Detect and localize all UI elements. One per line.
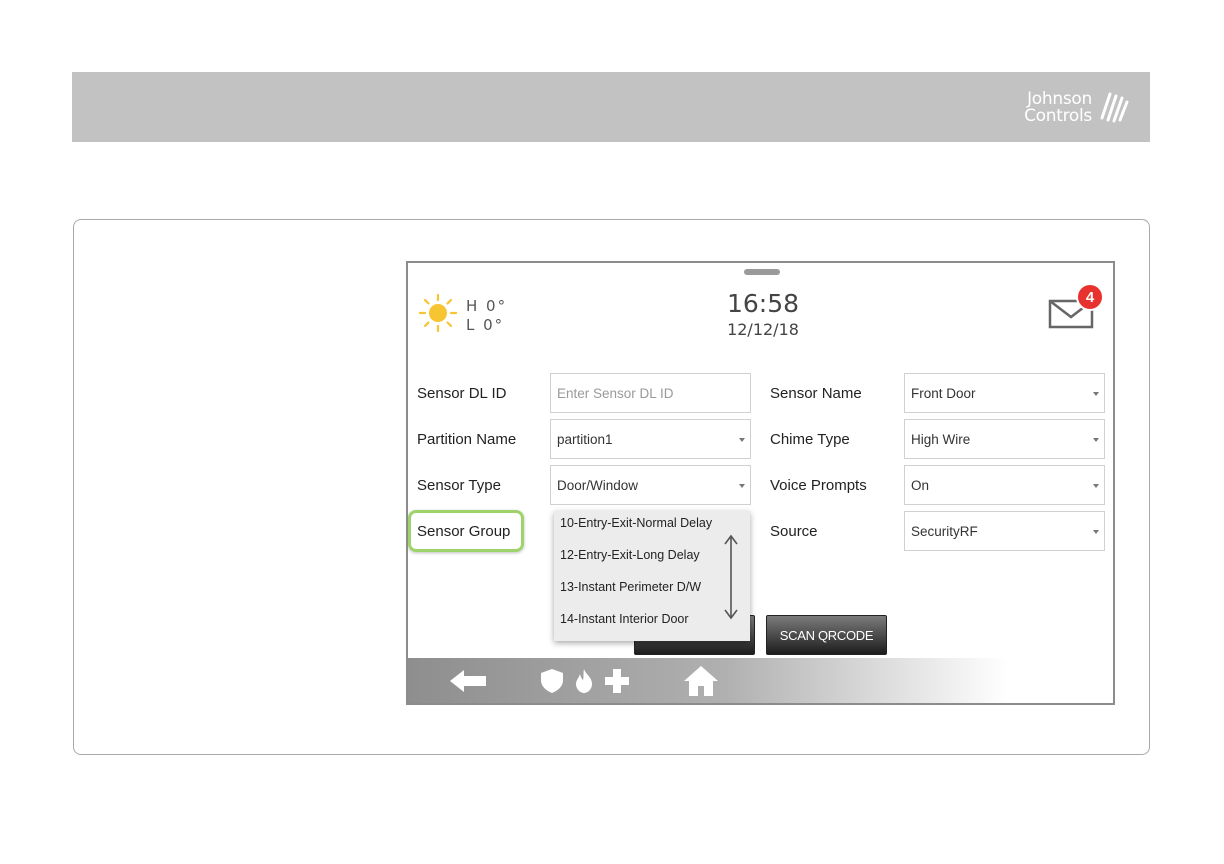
sensor-group-option[interactable]: 14-Instant Interior Door	[560, 612, 689, 626]
brand-logo: Johnson Controls	[1014, 82, 1132, 134]
chime-type-select[interactable]: High Wire	[904, 419, 1105, 459]
sensor-dl-id-label: Sensor DL ID	[417, 385, 507, 402]
brand-name: Johnson Controls	[1024, 89, 1092, 126]
sensor-name-label: Sensor Name	[770, 385, 862, 402]
chime-type-value: High Wire	[911, 431, 971, 447]
chevron-down-icon	[1093, 438, 1099, 442]
sensor-dl-id-field[interactable]	[550, 373, 751, 413]
chime-type-label: Chime Type	[770, 431, 850, 448]
chevron-down-icon	[1093, 530, 1099, 534]
home-icon[interactable]	[682, 664, 720, 698]
chevron-down-icon	[739, 438, 745, 442]
partition-name-value: partition1	[557, 431, 613, 447]
sensor-type-select[interactable]: Door/Window	[550, 465, 751, 505]
sensor-name-select[interactable]: Front Door	[904, 373, 1105, 413]
clock-date: 12/12/18	[727, 320, 799, 339]
source-label: Source	[770, 523, 818, 540]
sensor-group-dropdown[interactable]: 10-Entry-Exit-Normal Delay 12-Entry-Exit…	[554, 511, 750, 641]
chevron-down-icon	[1093, 484, 1099, 488]
source-select[interactable]: SecurityRF	[904, 511, 1105, 551]
low-temp: L 0°	[466, 316, 505, 334]
temperature-readout: H 0° L 0°	[466, 297, 507, 335]
brand-mark-icon	[1100, 92, 1129, 123]
pull-down-handle[interactable]	[744, 269, 780, 275]
clock-time: 16:58	[726, 289, 800, 318]
voice-prompts-label: Voice Prompts	[770, 477, 867, 494]
sensor-group-label: Sensor Group	[417, 523, 511, 540]
sensor-group-option[interactable]: 12-Entry-Exit-Long Delay	[560, 548, 700, 562]
chevron-down-icon	[739, 484, 745, 488]
partition-name-select[interactable]: partition1	[550, 419, 751, 459]
bottom-nav-bar	[408, 658, 1113, 703]
voice-prompts-select[interactable]: On	[904, 465, 1105, 505]
scan-qrcode-button[interactable]: SCAN QRCODE	[766, 615, 887, 655]
message-count-badge: 4	[1076, 283, 1104, 311]
chevron-down-icon	[1093, 392, 1099, 396]
sensor-name-value: Front Door	[911, 385, 976, 401]
sensor-dl-id-input[interactable]	[557, 385, 750, 401]
panel-screen: H 0° L 0° 16:58 12/12/18 4 Sensor DL ID …	[406, 261, 1115, 705]
header-bar: Johnson Controls	[72, 72, 1150, 142]
sensor-type-label: Sensor Type	[417, 477, 501, 494]
sensor-type-value: Door/Window	[557, 477, 639, 493]
clock: 16:58 12/12/18	[708, 289, 818, 339]
plus-icon[interactable]	[604, 668, 630, 694]
voice-prompts-value: On	[911, 477, 930, 493]
shield-icon[interactable]	[540, 668, 564, 694]
fire-icon[interactable]	[572, 668, 596, 694]
scroll-up-down-icon	[724, 534, 738, 620]
sensor-group-option[interactable]: 10-Entry-Exit-Normal Delay	[560, 516, 712, 530]
source-value: SecurityRF	[911, 523, 978, 539]
partition-name-label: Partition Name	[417, 431, 517, 448]
sun-icon	[418, 293, 458, 333]
back-arrow-icon[interactable]	[448, 668, 488, 694]
sensor-group-option[interactable]: 13-Instant Perimeter D/W	[560, 580, 701, 594]
high-temp: H 0°	[466, 297, 508, 315]
